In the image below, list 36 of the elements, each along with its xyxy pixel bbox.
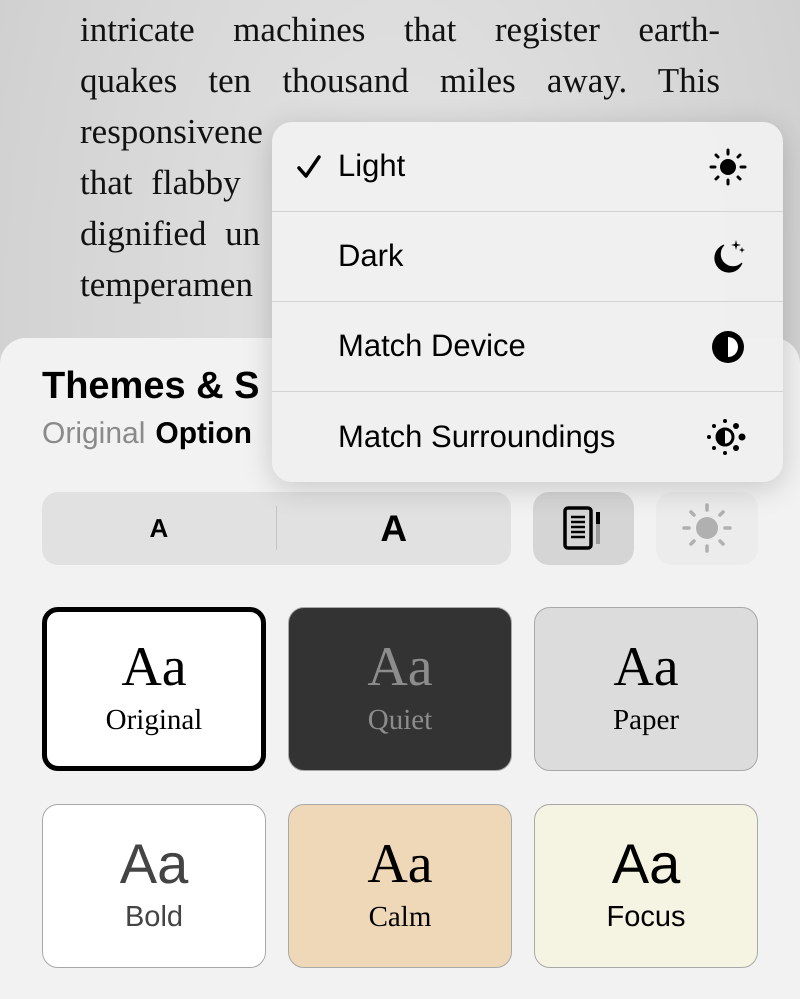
menu-item[interactable]: Match Device <box>272 302 783 392</box>
book-text-line: temperamen <box>80 264 253 306</box>
theme-card[interactable]: Aa Original <box>42 606 266 771</box>
book-text-line: that flabby <box>80 162 241 204</box>
theme-card[interactable]: Aa Paper <box>534 606 758 771</box>
larger-text-button[interactable]: A <box>276 492 511 565</box>
theme-label: Quiet <box>368 703 432 738</box>
theme-sample-text: Aa <box>121 639 187 696</box>
sun-dots-icon <box>705 418 747 456</box>
theme-label: Calm <box>368 900 432 936</box>
book-text-line: quakes ten thousand miles away. This <box>80 60 720 102</box>
smaller-text-button[interactable]: A <box>42 492 276 565</box>
theme-label: Bold <box>124 900 184 936</box>
theme-label: Paper <box>612 703 680 738</box>
theme-card[interactable]: Aa Focus <box>534 804 758 968</box>
layout-button[interactable] <box>532 492 634 565</box>
theme-sample-text: Aa <box>367 639 433 696</box>
theme-sample-text: Aa <box>120 836 188 892</box>
current-page-title: Option <box>155 416 252 452</box>
theme-card[interactable]: Aa Bold <box>42 804 266 968</box>
theme-label: Focus <box>606 900 686 936</box>
book-text-line: intricate machines that register earth- <box>80 9 720 51</box>
theme-card[interactable]: Aa Quiet <box>288 606 512 771</box>
sun-icon <box>709 148 747 186</box>
theme-card[interactable]: Aa Calm <box>288 804 512 968</box>
brightness-icon <box>681 502 734 554</box>
theme-label: Original <box>106 703 202 738</box>
book-text-line: dignified un <box>80 213 260 255</box>
book-text-line: responsivene <box>80 111 263 153</box>
menu-item[interactable]: Light <box>272 122 783 212</box>
theme-sample-text: Aa <box>367 836 433 892</box>
theme-sample-text: Aa <box>612 836 680 892</box>
menu-item[interactable]: Match Surroundings <box>272 392 783 482</box>
menu-item[interactable]: Dark <box>272 212 783 302</box>
theme-sample-text: Aa <box>613 639 679 696</box>
sheet-title: Themes & S <box>42 366 260 408</box>
